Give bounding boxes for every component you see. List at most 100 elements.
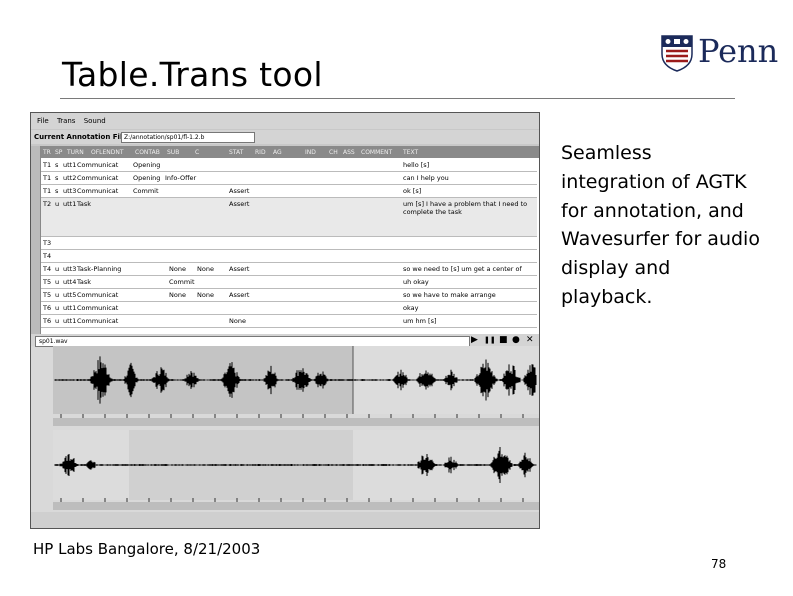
annotation-file-bar: Current Annotation File: Z:/annotation/s… (31, 130, 539, 144)
page-number: 78 (711, 557, 727, 571)
cell-cat: Commit (133, 187, 159, 195)
cell-tr: T4 (43, 252, 52, 260)
cell-sub: None (197, 291, 214, 299)
slide-title: Table.Trans tool (62, 55, 323, 94)
cell-tr: T5 (43, 278, 52, 286)
tabletrans-app-screenshot: File Trans Sound Current Annotation File… (30, 112, 540, 529)
col-header[interactable]: C (195, 149, 199, 156)
menu-trans[interactable]: Trans (57, 117, 76, 125)
menu-file[interactable]: File (37, 117, 49, 125)
cell-tr: T6 (43, 317, 52, 325)
penn-shield-icon (661, 35, 693, 72)
cell-text: um [s] I have a problem that I need to c… (403, 200, 528, 216)
cell-type: Communicat (77, 187, 119, 195)
cell-type: Communicat (77, 304, 119, 312)
cell-sp: u (55, 291, 60, 299)
table-row[interactable]: T4 u utt3 Task-Planning None None Assert… (41, 263, 537, 276)
cell-sp: u (55, 265, 60, 273)
col-header[interactable]: RID (255, 149, 266, 156)
col-header[interactable]: SP (55, 149, 62, 156)
cell-sp: s (55, 161, 59, 169)
waveform-panel: sp01.wav ▶ ❚❚ ■ ● ✕ (31, 334, 539, 528)
cell-cat: Commit (169, 278, 195, 286)
stop-button[interactable]: ■ (499, 335, 508, 345)
table-row[interactable]: T3 (41, 237, 537, 250)
cell-turn: utt1 (63, 304, 77, 312)
play-button[interactable]: ▶ (471, 335, 478, 345)
table-row-selected[interactable]: T2 u utt1 Task Assert um [s] I have a pr… (41, 198, 537, 237)
cell-sp: u (55, 304, 60, 312)
menu-sound[interactable]: Sound (84, 117, 106, 125)
cell-type: Task (77, 200, 92, 208)
col-header[interactable]: CH (329, 149, 338, 156)
table-row[interactable]: T6 u utt1 Communicat okay (41, 302, 537, 315)
annotation-file-field[interactable]: Z:/annotation/sp01/fl-1.2.b (121, 132, 255, 143)
cell-stat: Assert (229, 291, 250, 299)
col-header[interactable]: IND (305, 149, 316, 156)
cell-stat: None (229, 317, 246, 325)
table-row[interactable]: T4 (41, 250, 537, 263)
cell-text: um hm [s] (403, 317, 437, 325)
cell-cat: Opening (133, 161, 161, 169)
cell-cat: None (169, 291, 186, 299)
col-header[interactable]: SUB (167, 149, 179, 156)
cell-type: Communicat (77, 161, 119, 169)
table-row[interactable]: T1 s utt1 Communicat Opening hello [s] (41, 159, 537, 172)
cell-type: Communicat (77, 291, 119, 299)
cell-text: so we need to [s] um get a center of (403, 265, 522, 273)
cell-stat: Assert (229, 265, 250, 273)
col-header[interactable]: TURN (67, 149, 84, 156)
cell-turn: utt1 (63, 317, 77, 325)
col-header[interactable]: STAT (229, 149, 243, 156)
cell-turn: utt5 (63, 291, 77, 299)
table-row[interactable]: T5 u utt4 Task Commit uh okay (41, 276, 537, 289)
cell-sp: s (55, 174, 59, 182)
table-row[interactable]: T6 u utt1 Communicat None um hm [s] (41, 315, 537, 328)
col-header[interactable]: TR (43, 149, 51, 156)
cell-sp: u (55, 317, 60, 325)
table-row[interactable]: T1 s utt3 Communicat Commit Assert ok [s… (41, 185, 537, 198)
cell-tr: T6 (43, 304, 52, 312)
cell-text: uh okay (403, 278, 429, 286)
record-button[interactable]: ● (512, 335, 520, 345)
cell-text: hello [s] (403, 161, 430, 169)
col-header[interactable]: COMMENT (361, 149, 392, 156)
cell-tr: T2 (43, 200, 52, 208)
cell-text: okay (403, 304, 419, 312)
slide-footer: HP Labs Bangalore, 8/21/2003 (33, 540, 261, 558)
cell-sp: u (55, 200, 60, 208)
col-header[interactable]: OFLENDNT (91, 149, 124, 156)
close-button[interactable]: ✕ (526, 335, 534, 345)
cell-type: Communicat (77, 317, 119, 325)
cell-tr: T1 (43, 187, 52, 195)
cell-tr: T4 (43, 265, 52, 273)
cell-cat: Opening (133, 174, 161, 182)
cell-sp: s (55, 187, 59, 195)
col-header[interactable]: TEXT (403, 149, 418, 156)
cell-sp: u (55, 278, 60, 286)
table-header: TR SP TURN OFLENDNT CONTAB SUB C STAT RI… (31, 146, 539, 158)
waveform-display[interactable] (31, 346, 539, 528)
cell-text: ok [s] (403, 187, 422, 195)
pause-button[interactable]: ❚❚ (484, 336, 496, 344)
table-row[interactable]: T5 u utt5 Communicat None None Assert so… (41, 289, 537, 302)
cell-tr: T3 (43, 239, 52, 247)
cell-text: so we have to make arrange (403, 291, 496, 299)
cell-text: can I help you (403, 174, 449, 182)
col-header[interactable]: CONTAB (135, 149, 160, 156)
col-header[interactable]: AG (273, 149, 282, 156)
waveform-toolbar: sp01.wav ▶ ❚❚ ■ ● ✕ (31, 334, 539, 347)
cell-turn: utt1 (63, 161, 77, 169)
table-row[interactable]: T1 s utt2 Communicat Opening Info-Offer … (41, 172, 537, 185)
table-scrollbar[interactable] (31, 146, 41, 334)
cell-type: Task (77, 278, 92, 286)
cell-turn: utt2 (63, 174, 77, 182)
cell-type: Communicat (77, 174, 119, 182)
cell-sub: None (197, 265, 214, 273)
annotation-file-label: Current Annotation File: (34, 133, 130, 141)
title-divider (60, 98, 735, 99)
cell-turn: utt3 (63, 187, 77, 195)
col-header[interactable]: ASS (343, 149, 355, 156)
slide-description: Seamless integration of AGTK for annotat… (561, 142, 760, 308)
annotation-table: TR SP TURN OFLENDNT CONTAB SUB C STAT RI… (31, 146, 539, 334)
